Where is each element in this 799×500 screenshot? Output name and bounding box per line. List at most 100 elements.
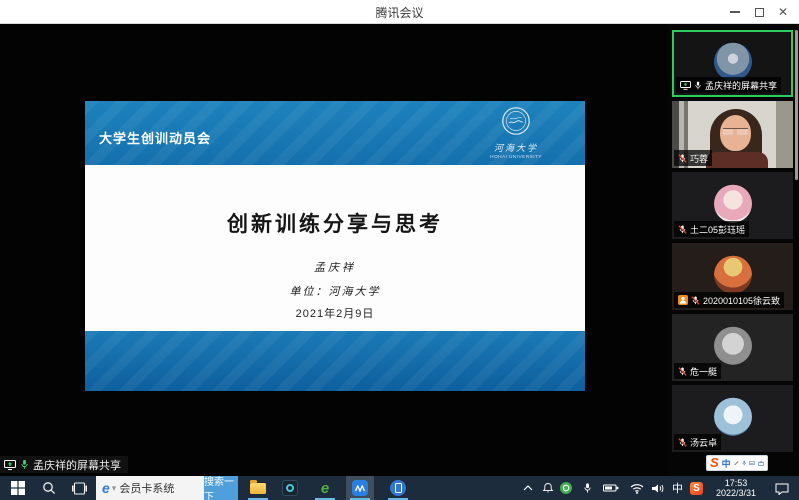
- slide-footer: [85, 331, 585, 391]
- dark-app-icon: [282, 480, 298, 496]
- sidebar-scrollbar[interactable]: [795, 30, 798, 180]
- participant-tile-sharer[interactable]: 孟庆祥的屏幕共享: [672, 30, 793, 97]
- folder-icon: [250, 483, 266, 494]
- maximize-icon: [755, 8, 764, 17]
- sogou-ime-mode[interactable]: 中: [722, 457, 731, 470]
- windows-taskbar: e ▾ 会员卡系统 搜索一下 e: [0, 476, 799, 500]
- action-center-icon: [775, 482, 789, 495]
- participant-tile[interactable]: 汤云卓: [672, 385, 793, 452]
- battery-tray-button[interactable]: [601, 476, 621, 500]
- chevron-up-icon: [523, 485, 533, 491]
- logo-name-en: HOHAI UNIVERSITY: [482, 155, 551, 160]
- university-logo: 河海大学 HOHAI UNIVERSITY: [473, 106, 559, 160]
- maximize-button[interactable]: [747, 0, 771, 24]
- taskbar-clock[interactable]: 17:53 2022/3/31: [706, 478, 766, 498]
- clock-time: 17:53: [706, 478, 766, 488]
- tray-overflow-button[interactable]: [520, 476, 536, 500]
- task-view-button[interactable]: [64, 476, 95, 500]
- slide-date: 2021年2月9日: [85, 305, 585, 321]
- university-emblem-icon: [501, 106, 531, 136]
- volume-tray-button[interactable]: [649, 476, 667, 500]
- sogou-logo: S: [710, 455, 719, 470]
- screen-share-icon: [680, 81, 691, 90]
- notification-tray-button[interactable]: [540, 476, 556, 500]
- avatar: [714, 397, 752, 435]
- participant-tile[interactable]: 危一艇: [672, 314, 793, 381]
- action-center-button[interactable]: [768, 476, 796, 500]
- participant-name: 汤云卓: [690, 436, 717, 449]
- sogou-tray-button[interactable]: S: [688, 476, 705, 500]
- participant-tile[interactable]: 土二05彭珏瑶: [672, 172, 793, 239]
- screen-share-area: 大学生创训动员会 河海大学 HOHAI UNIVERSITY 创新训练分享与思考…: [0, 24, 799, 476]
- battery-icon: [603, 483, 620, 493]
- slide-affiliation: 单位：河海大学: [85, 283, 585, 299]
- member-badge-icon: [678, 295, 688, 305]
- participant-name: 危一艇: [690, 365, 717, 378]
- presentation-slide: 大学生创训动员会 河海大学 HOHAI UNIVERSITY 创新训练分享与思考…: [85, 101, 585, 391]
- slide-header-title: 大学生创训动员会: [99, 128, 211, 147]
- mic-on-icon: [694, 81, 702, 90]
- taskbar-search-widget[interactable]: e ▾ 会员卡系统 搜索一下: [96, 476, 238, 500]
- mic-muted-icon: [678, 154, 687, 163]
- search-go-button[interactable]: 搜索一下: [204, 476, 238, 500]
- browser-360-button[interactable]: e: [311, 476, 339, 500]
- tencent-meeting-taskbar-button[interactable]: [346, 476, 374, 500]
- participant-label: 2020010105徐云致: [674, 292, 784, 308]
- logo-name-cn: 河海大学: [473, 141, 559, 154]
- dark-app-button[interactable]: [276, 476, 304, 500]
- avatar: [714, 42, 752, 80]
- search-provider-caret: ▾: [112, 483, 117, 494]
- slide-title: 创新训练分享与思考: [85, 208, 585, 238]
- sogou-icon: S: [690, 482, 703, 495]
- file-explorer-button[interactable]: [244, 476, 272, 500]
- bell-icon: [542, 482, 554, 494]
- tencent-meeting-icon: [352, 480, 368, 496]
- participants-sidebar: 孟庆祥的屏幕共享 巧蓉: [668, 24, 799, 476]
- participant-name: 孟庆祥的屏幕共享: [705, 79, 777, 92]
- minimize-button[interactable]: [723, 0, 747, 24]
- keyboard-icon[interactable]: [749, 460, 755, 466]
- slide-header: 大学生创训动员会 河海大学 HOHAI UNIVERSITY: [85, 101, 585, 165]
- wifi-tray-button[interactable]: [628, 476, 646, 500]
- participant-label: 孟庆祥的屏幕共享: [676, 77, 781, 93]
- microphone-tray-button[interactable]: [579, 476, 595, 500]
- ime-indicator[interactable]: 中: [670, 476, 685, 500]
- ie-browser-icon: e: [102, 480, 110, 496]
- screen-share-banner: 孟庆祥的屏幕共享: [0, 456, 128, 473]
- ime-mode-label: 中: [672, 480, 683, 496]
- taskbar-search-button[interactable]: [33, 476, 64, 500]
- screen-share-icon: [4, 460, 16, 470]
- slide-author: 孟庆祥: [85, 259, 585, 275]
- pen-icon[interactable]: [734, 459, 739, 467]
- participant-name: 土二05彭珏瑶: [690, 223, 745, 236]
- participant-label: 危一艇: [674, 363, 721, 379]
- phone-app-icon: [390, 480, 406, 496]
- participant-label: 土二05彭珏瑶: [674, 221, 749, 237]
- mic-muted-icon: [678, 225, 687, 234]
- taskbar-search-text: 会员卡系统: [119, 480, 174, 496]
- participant-label: 巧蓉: [674, 150, 712, 166]
- phone-mirror-app-button[interactable]: [384, 476, 412, 500]
- green-e-browser-icon: e: [321, 480, 329, 497]
- participant-label: 汤云卓: [674, 434, 721, 450]
- avatar: [714, 255, 752, 293]
- participant-name: 2020010105徐云致: [703, 294, 780, 307]
- window-controls: ✕: [723, 0, 795, 24]
- participant-tile-video[interactable]: 巧蓉: [672, 101, 793, 168]
- mic-muted-icon: [678, 367, 687, 376]
- close-button[interactable]: ✕: [771, 0, 795, 24]
- start-button[interactable]: [2, 476, 33, 500]
- green-utility-icon: [560, 482, 572, 494]
- green-utility-tray-button[interactable]: [558, 476, 573, 500]
- microphone-icon: [583, 482, 592, 494]
- sogou-ime-toolbar[interactable]: S 中: [706, 455, 768, 471]
- windows-logo-icon: [11, 481, 25, 495]
- mic-muted-icon: [691, 296, 700, 305]
- window-titlebar: 腾讯会议 ✕: [0, 0, 799, 24]
- toolbox-icon[interactable]: [758, 460, 764, 467]
- participant-tile[interactable]: 2020010105徐云致: [672, 243, 793, 310]
- avatar: [714, 326, 752, 364]
- avatar: [714, 184, 752, 222]
- tencent-meeting-window: 腾讯会议 ✕ 大学生创训动员会 河海大学 HOHAI UNIVERSIT: [0, 0, 799, 500]
- voice-input-icon[interactable]: [742, 459, 746, 467]
